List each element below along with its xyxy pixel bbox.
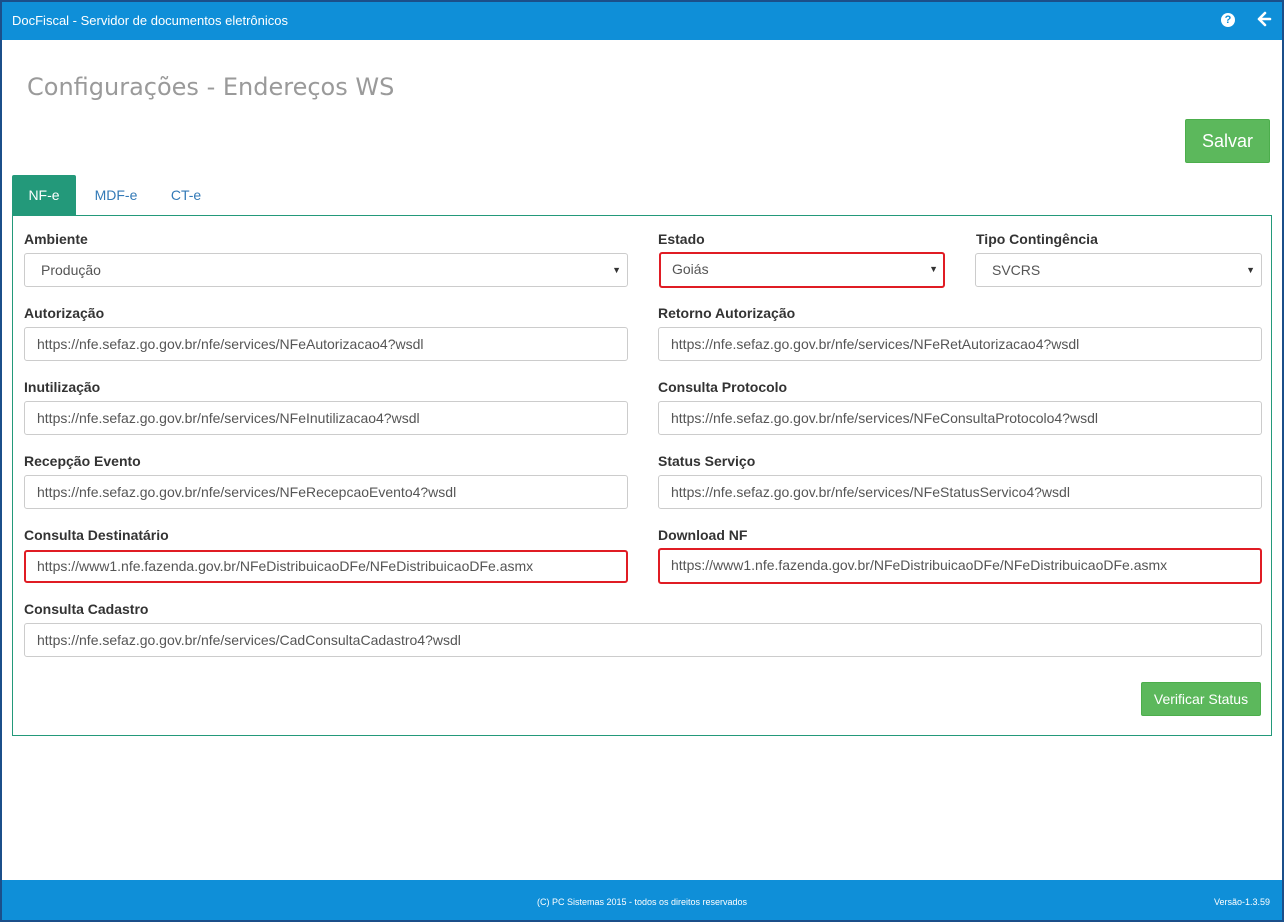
inutilizacao-input[interactable]: https://nfe.sefaz.go.gov.br/nfe/services… xyxy=(24,401,628,435)
ambiente-select[interactable]: Produção ▼ xyxy=(24,253,628,287)
caret-down-icon: ▼ xyxy=(612,265,621,275)
status-servico-label: Status Serviço xyxy=(658,453,756,469)
download-nf-label: Download NF xyxy=(658,527,748,543)
tipo-contingencia-label: Tipo Contingência xyxy=(976,231,1098,247)
consulta-cadastro-label: Consulta Cadastro xyxy=(24,601,149,617)
estado-value: Goiás xyxy=(672,261,709,277)
autorizacao-label: Autorização xyxy=(24,305,105,321)
tab-cte[interactable]: CT-e xyxy=(158,175,214,216)
consulta-destinatario-input[interactable]: https://www1.nfe.fazenda.gov.br/NFeDistr… xyxy=(24,550,628,583)
estado-select[interactable]: Goiás ▼ xyxy=(659,252,945,288)
consulta-protocolo-input[interactable]: https://nfe.sefaz.go.gov.br/nfe/services… xyxy=(658,401,1262,435)
recepcao-evento-input[interactable]: https://nfe.sefaz.go.gov.br/nfe/services… xyxy=(24,475,628,509)
status-servico-input[interactable]: https://nfe.sefaz.go.gov.br/nfe/services… xyxy=(658,475,1262,509)
tipo-contingencia-value: SVCRS xyxy=(992,262,1041,278)
version-text: Versão-1.3.59 xyxy=(1213,897,1270,907)
app-title: DocFiscal - Servidor de documentos eletr… xyxy=(12,13,289,28)
download-nf-input[interactable]: https://www1.nfe.fazenda.gov.br/NFeDistr… xyxy=(658,548,1262,584)
retorno-autorizacao-label: Retorno Autorização xyxy=(658,305,796,321)
ambiente-label: Ambiente xyxy=(24,231,88,247)
tab-mdfe[interactable]: MDF-e xyxy=(82,175,150,216)
verify-status-button[interactable]: Verificar Status xyxy=(1141,682,1261,716)
footer: (C) PC Sistemas 2015 - todos os direitos… xyxy=(2,880,1282,920)
tipo-contingencia-select[interactable]: SVCRS ▼ xyxy=(975,253,1262,287)
save-button[interactable]: Salvar xyxy=(1185,119,1270,163)
consulta-destinatario-label: Consulta Destinatário xyxy=(24,527,169,543)
page-title: Configurações - Endereços WS xyxy=(27,73,395,101)
arrow-left-icon[interactable] xyxy=(1256,11,1272,27)
caret-down-icon: ▼ xyxy=(1246,265,1255,275)
retorno-autorizacao-input[interactable]: https://nfe.sefaz.go.gov.br/nfe/services… xyxy=(658,327,1262,361)
consulta-cadastro-input[interactable]: https://nfe.sefaz.go.gov.br/nfe/services… xyxy=(24,623,1262,657)
inutilizacao-label: Inutilização xyxy=(24,379,101,395)
question-circle-icon[interactable]: ? xyxy=(1221,13,1235,27)
caret-down-icon: ▼ xyxy=(929,264,938,274)
ambiente-value: Produção xyxy=(41,262,101,278)
consulta-protocolo-label: Consulta Protocolo xyxy=(658,379,788,395)
recepcao-evento-label: Recepção Evento xyxy=(24,453,141,469)
estado-label: Estado xyxy=(658,231,705,247)
autorizacao-input[interactable]: https://nfe.sefaz.go.gov.br/nfe/services… xyxy=(24,327,628,361)
top-bar: DocFiscal - Servidor de documentos eletr… xyxy=(2,2,1282,40)
copyright-text: (C) PC Sistemas 2015 - todos os direitos… xyxy=(536,897,748,907)
tab-nfe[interactable]: NF-e xyxy=(12,175,76,216)
nfe-settings-panel: Ambiente Produção ▼ Estado Goiás ▼ Tipo … xyxy=(12,215,1272,736)
